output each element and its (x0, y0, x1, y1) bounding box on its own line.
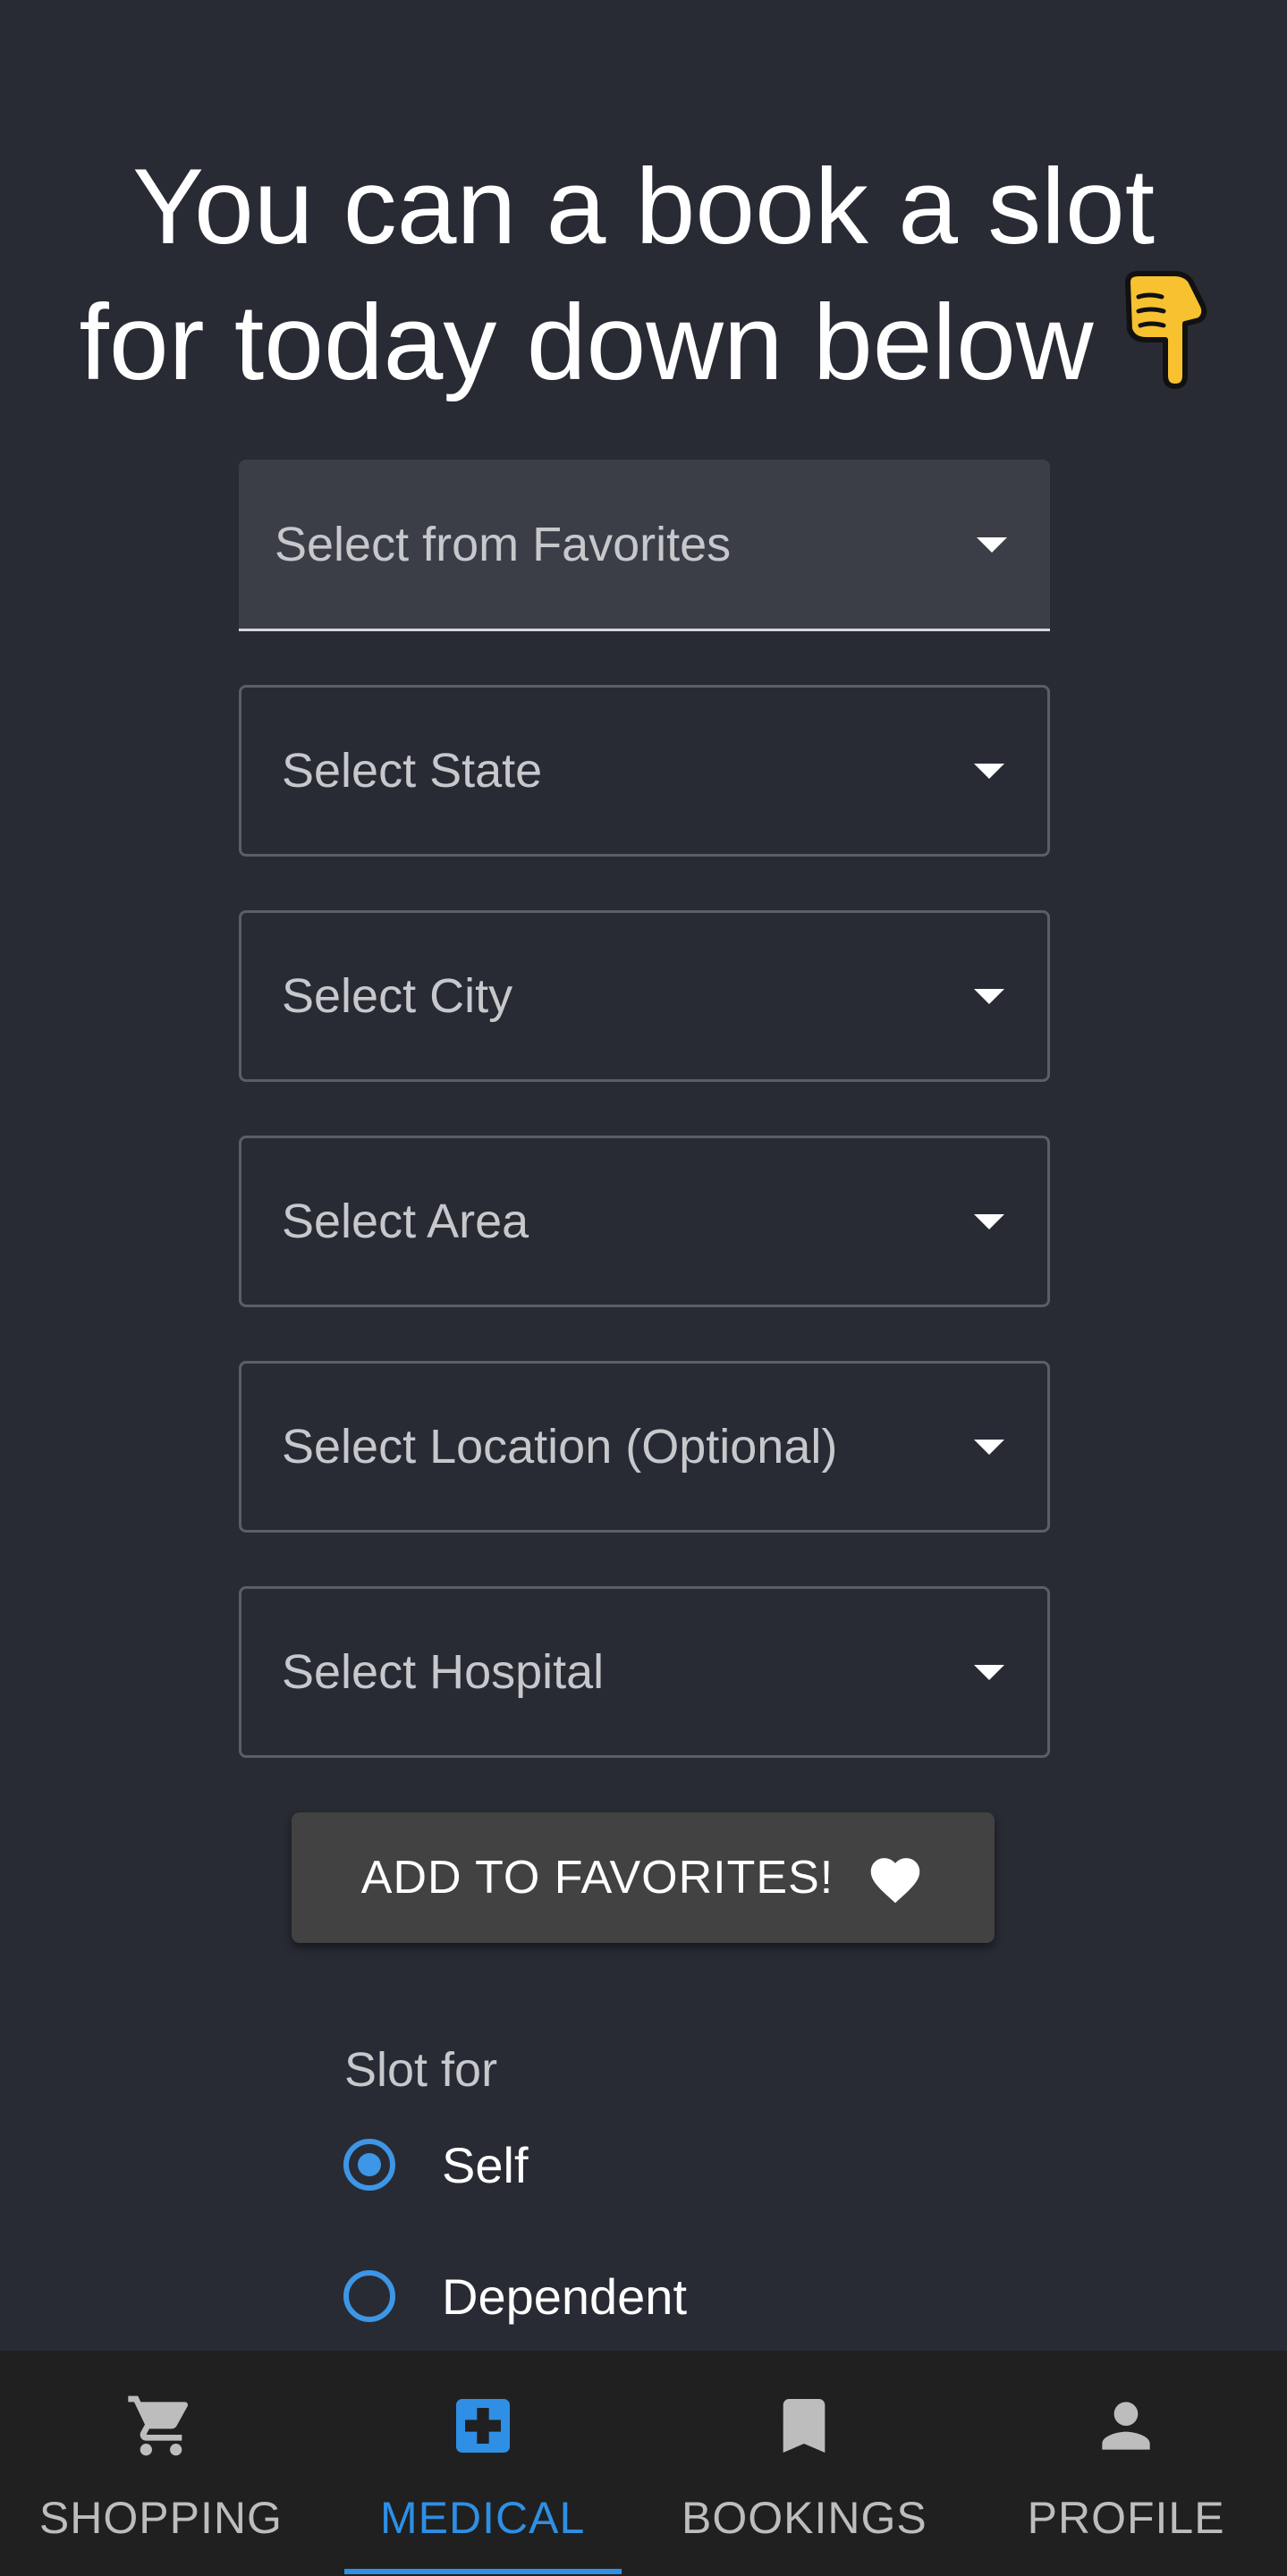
favorites-dropdown[interactable]: Select from Favorites (239, 460, 1050, 631)
radio-dependent[interactable]: Dependent (343, 2260, 687, 2332)
heart-icon (870, 1858, 920, 1904)
nav-item-profile[interactable]: PROFILE (965, 2351, 1287, 2576)
city-dropdown[interactable]: Select City (239, 910, 1050, 1082)
location-dropdown[interactable]: Select Location (Optional) (239, 1361, 1050, 1533)
radio-dependent-label: Dependent (442, 2268, 688, 2325)
state-dropdown-label: Select State (282, 744, 543, 798)
chevron-down-icon (974, 1214, 1004, 1229)
nav-label-medical: MEDICAL (379, 2493, 586, 2543)
location-dropdown-label: Select Location (Optional) (282, 1420, 838, 1474)
favorites-dropdown-label: Select from Favorites (275, 517, 732, 571)
page-title: You can a book a slot for today down belo… (36, 143, 1251, 406)
city-dropdown-label: Select City (282, 969, 513, 1023)
radio-self[interactable]: Self (343, 2129, 529, 2200)
chevron-down-icon (974, 1440, 1004, 1455)
hospital-dropdown[interactable]: Select Hospital (239, 1586, 1050, 1758)
add-to-favorites-label: ADD TO FAVORITES! (360, 1852, 834, 1904)
pointing-down-hand-icon (1124, 271, 1207, 389)
radio-unchecked-icon[interactable] (343, 2270, 395, 2322)
nav-label-shopping: SHOPPING (38, 2493, 283, 2543)
nav-label-profile: PROFILE (1027, 2493, 1225, 2543)
add-to-favorites-button[interactable]: ADD TO FAVORITES! (292, 1812, 995, 1943)
chevron-down-icon (974, 1665, 1004, 1680)
page-title-line-1: You can a book a slot (131, 147, 1156, 266)
chevron-down-icon (974, 989, 1004, 1004)
nav-item-medical[interactable]: MEDICAL (322, 2351, 644, 2576)
bottom-navigation: SHOPPING MEDICAL BOOKINGS PROFILE (0, 2351, 1287, 2576)
nav-item-bookings[interactable]: BOOKINGS (644, 2351, 966, 2576)
slot-for-label: Slot for (344, 2043, 498, 2097)
chevron-down-icon (974, 764, 1004, 779)
nav-label-bookings: BOOKINGS (682, 2493, 927, 2543)
cart-icon (128, 2395, 188, 2456)
person-icon (1102, 2402, 1150, 2450)
medical-icon (455, 2399, 510, 2453)
area-dropdown[interactable]: Select Area (239, 1136, 1050, 1307)
chevron-down-icon (977, 536, 1007, 553)
active-tab-indicator (343, 2569, 622, 2574)
state-dropdown[interactable]: Select State (239, 685, 1050, 857)
bookmark-icon (783, 2399, 826, 2453)
radio-self-label: Self (442, 2136, 529, 2193)
hospital-dropdown-label: Select Hospital (282, 1645, 605, 1699)
page-title-line-2: for today down below (79, 283, 1094, 402)
area-dropdown-label: Select Area (282, 1195, 529, 1248)
radio-checked-icon[interactable] (343, 2139, 395, 2191)
nav-item-shopping[interactable]: SHOPPING (0, 2351, 322, 2576)
